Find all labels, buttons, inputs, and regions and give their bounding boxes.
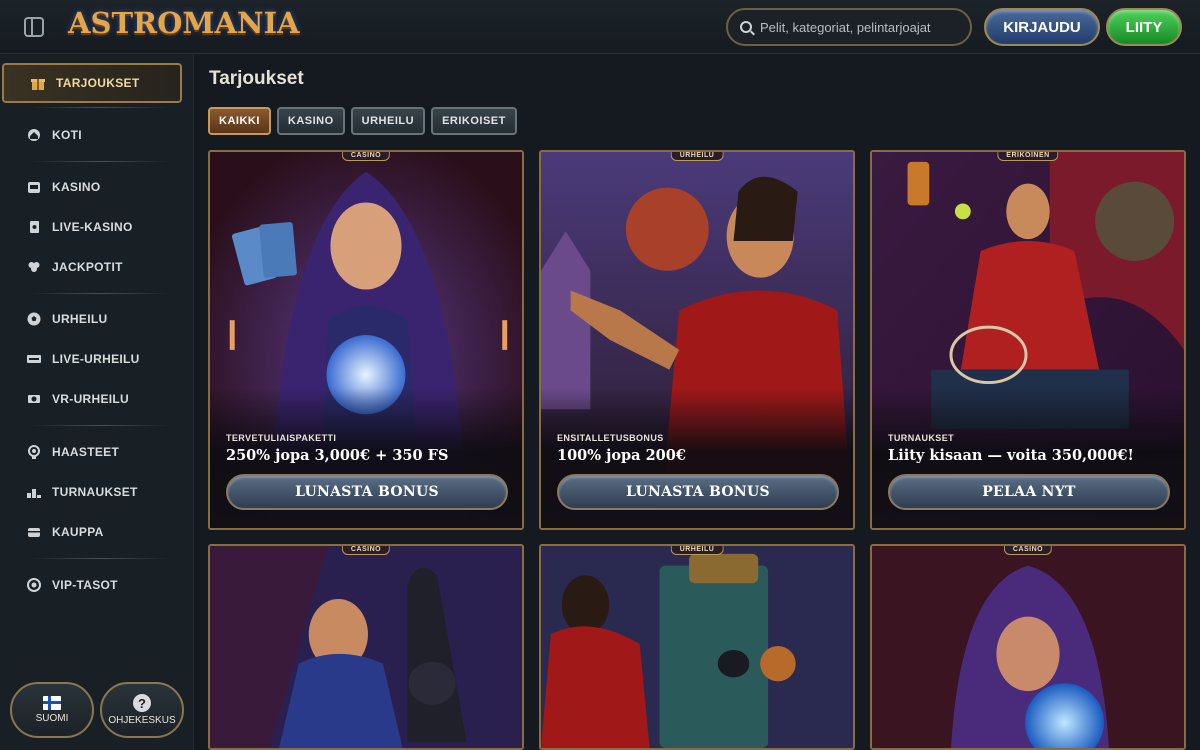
sidebar-item-turnaukset[interactable]: TURNAUKSET bbox=[0, 472, 194, 512]
sidebar-item-vr-urheilu[interactable]: VR-URHEILU bbox=[0, 379, 194, 419]
sidebar-toggle-icon[interactable] bbox=[24, 17, 44, 37]
filter-chip-erikoiset[interactable]: ERIKOISET bbox=[431, 107, 517, 135]
sidebar-item-label: TARJOUKSET bbox=[56, 76, 140, 90]
soccer-ball-icon bbox=[26, 311, 42, 327]
claim-bonus-button[interactable]: LUNASTA BONUS bbox=[557, 474, 839, 510]
live-badge-icon bbox=[26, 351, 42, 367]
vip-icon bbox=[26, 577, 42, 593]
language-button[interactable]: SUOMI bbox=[10, 682, 94, 738]
slot-machine-icon bbox=[26, 179, 42, 195]
finland-flag-icon bbox=[43, 696, 61, 710]
playing-card-icon bbox=[26, 219, 42, 235]
chest-icon bbox=[26, 524, 42, 540]
card-offer: Liity kisaan — voita 350,000€! bbox=[888, 447, 1134, 464]
medal-icon bbox=[26, 444, 42, 460]
search-bar[interactable] bbox=[726, 8, 972, 46]
sidebar-item-label: VIP-TASOT bbox=[52, 578, 118, 592]
sidebar-item-label: LIVE-URHEILU bbox=[52, 352, 140, 366]
podium-icon bbox=[26, 484, 42, 500]
vr-icon bbox=[26, 391, 42, 407]
help-icon: ? bbox=[133, 694, 151, 712]
promo-image-fortune-teller-cat bbox=[210, 546, 522, 748]
divider bbox=[28, 293, 172, 294]
sidebar-item-label: KAUPPA bbox=[52, 525, 104, 539]
divider bbox=[28, 425, 172, 426]
sidebar-item-kauppa[interactable]: KAUPPA bbox=[0, 512, 194, 552]
sidebar-item-live-kasino[interactable]: LIVE-KASINO bbox=[0, 207, 194, 247]
sidebar-item-label: HAASTEET bbox=[52, 445, 120, 459]
sidebar-item-vip-tasot[interactable]: VIP-TASOT bbox=[0, 565, 194, 605]
promo-card[interactable]: CASINO TERVETULIAISPAKETTI 250% jopa 3,0… bbox=[208, 150, 524, 530]
play-now-button[interactable]: PELAA NYT bbox=[888, 474, 1170, 510]
card-badge: URHEILU bbox=[670, 152, 724, 161]
sidebar-item-live-urheilu[interactable]: LIVE-URHEILU bbox=[0, 339, 194, 379]
divider bbox=[28, 558, 172, 559]
promo-card[interactable]: URHEILU ENSITALLETUSBONUS 100% jopa 200€… bbox=[539, 150, 855, 530]
card-badge: CASINO bbox=[341, 546, 391, 555]
filter-chip-kaikki[interactable]: KAIKKI bbox=[208, 107, 271, 135]
card-offer: 100% jopa 200€ bbox=[557, 447, 686, 464]
card-offer: 250% jopa 3,000€ + 350 FS bbox=[226, 447, 449, 464]
home-icon bbox=[26, 127, 42, 143]
sidebar-item-haasteet[interactable]: HAASTEET bbox=[0, 432, 194, 472]
sidebar-item-urheilu[interactable]: URHEILU bbox=[0, 299, 194, 339]
sidebar-item-label: URHEILU bbox=[52, 312, 108, 326]
login-button[interactable]: KIRJAUDU bbox=[984, 8, 1100, 46]
filter-chip-urheilu[interactable]: URHEILU bbox=[350, 107, 426, 135]
gift-icon bbox=[30, 75, 46, 91]
sidebar: TARJOUKSET KOTI KASINO LIVE-KASINO JACKP… bbox=[0, 55, 194, 750]
join-button[interactable]: LIITY bbox=[1106, 8, 1182, 46]
promo-card[interactable]: CASINO bbox=[208, 544, 524, 750]
search-icon bbox=[740, 21, 752, 33]
clover-icon bbox=[26, 259, 42, 275]
sidebar-item-koti[interactable]: KOTI bbox=[0, 115, 194, 155]
language-label: SUOMI bbox=[35, 713, 69, 724]
filter-tabs: KAIKKI KASINO URHEILU ERIKOISET bbox=[208, 107, 517, 135]
card-category: ENSITALLETUSBONUS bbox=[557, 433, 664, 443]
page-title: Tarjoukset bbox=[209, 68, 304, 89]
search-input[interactable] bbox=[760, 19, 970, 35]
sidebar-item-label: KASINO bbox=[52, 180, 101, 194]
logo[interactable]: ASTROMANIA bbox=[68, 6, 300, 40]
sidebar-item-kasino[interactable]: KASINO bbox=[0, 167, 194, 207]
promo-card[interactable]: ERIKOINEN TURNAUKSET Liity kisaan — voit… bbox=[870, 150, 1186, 530]
sidebar-item-label: KOTI bbox=[52, 128, 82, 142]
card-category: TERVETULIAISPAKETTI bbox=[226, 433, 337, 443]
divider bbox=[28, 107, 172, 108]
sidebar-item-label: VR-URHEILU bbox=[52, 392, 129, 406]
sidebar-item-jackpotit[interactable]: JACKPOTIT bbox=[0, 247, 194, 287]
promo-image-crystal-ball bbox=[872, 546, 1184, 748]
card-badge: URHEILU bbox=[670, 546, 724, 555]
help-label: OHJEKESKUS bbox=[108, 715, 176, 726]
card-badge: ERIKOINEN bbox=[997, 152, 1059, 161]
promo-card[interactable]: CASINO bbox=[870, 544, 1186, 750]
claim-bonus-button[interactable]: LUNASTA BONUS bbox=[226, 474, 508, 510]
card-badge: CASINO bbox=[1003, 546, 1053, 555]
sidebar-item-tarjoukset[interactable]: TARJOUKSET bbox=[2, 63, 182, 103]
sidebar-item-label: JACKPOTIT bbox=[52, 260, 123, 274]
promo-image-arcade-cat bbox=[541, 546, 853, 748]
top-bar: ASTROMANIA KIRJAUDU LIITY bbox=[0, 0, 1200, 54]
sidebar-item-label: LIVE-KASINO bbox=[52, 220, 133, 234]
promo-card[interactable]: URHEILU bbox=[539, 544, 855, 750]
card-badge: CASINO bbox=[341, 152, 391, 161]
divider bbox=[28, 161, 172, 162]
help-center-button[interactable]: ? OHJEKESKUS bbox=[100, 682, 184, 738]
card-category: TURNAUKSET bbox=[888, 433, 954, 443]
filter-chip-kasino[interactable]: KASINO bbox=[276, 107, 345, 135]
sidebar-item-label: TURNAUKSET bbox=[52, 485, 138, 499]
